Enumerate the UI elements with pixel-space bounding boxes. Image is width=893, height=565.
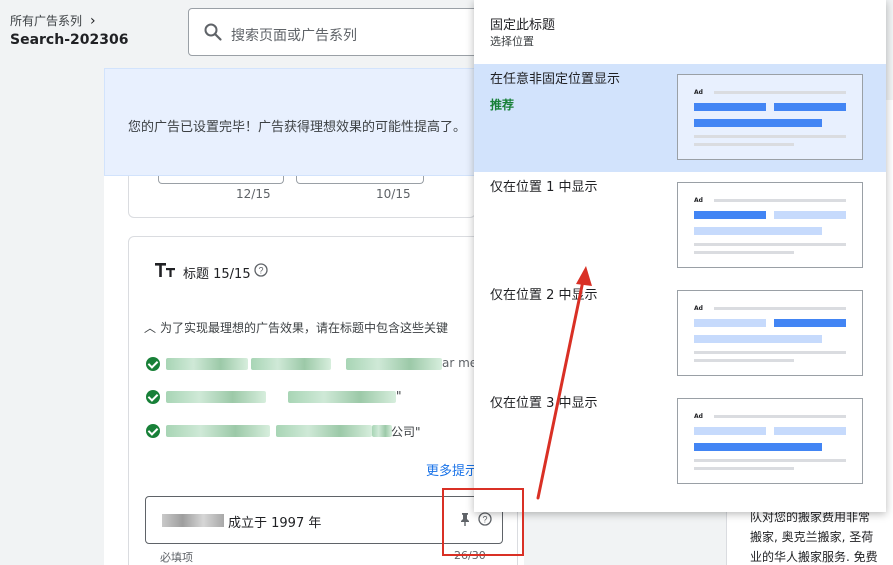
check-circle-icon	[146, 357, 160, 371]
search-icon	[204, 23, 222, 41]
popup-title: 固定此标题	[490, 18, 556, 33]
blurred-keyword	[166, 391, 266, 403]
keyword-text: ar me	[442, 356, 478, 370]
blurred-keyword	[166, 358, 248, 370]
search-placeholder: 搜索页面或广告系列	[231, 28, 357, 44]
keyword-suggestion: 公司"	[146, 423, 436, 439]
keyword-suggestion: "	[146, 389, 406, 405]
breadcrumb-current: Search-202306	[10, 32, 129, 48]
blurred-keyword	[276, 425, 372, 437]
position-preview-thumbnail: Ad	[677, 74, 863, 160]
ad-tag: Ad	[694, 89, 703, 96]
keyword-text: "	[396, 389, 402, 403]
more-tips-link[interactable]: 更多提示	[426, 460, 478, 479]
text-format-icon	[155, 263, 175, 277]
chevron-right-icon: ›	[90, 13, 96, 29]
description-count-1: 12/15	[236, 187, 271, 201]
blurred-keyword	[166, 425, 270, 437]
preview-line: 业的华人搬家服务. 免费	[750, 550, 878, 564]
required-hint: 必填项	[160, 551, 193, 564]
help-icon[interactable]: ?	[254, 263, 268, 277]
search-input[interactable]: 搜索页面或广告系列	[188, 8, 488, 56]
position-preview-thumbnail: Ad	[677, 182, 863, 268]
keyword-suggestion: ar me	[146, 356, 478, 372]
blurred-keyword	[251, 358, 331, 370]
ad-tag: Ad	[694, 305, 703, 312]
option-label: 仅在位置 1 中显示	[490, 180, 598, 195]
keyword-tip[interactable]: ︿ 为了实现最理想的广告效果，请在标题中包含这些关键	[144, 319, 477, 336]
annotation-highlight-box	[442, 488, 524, 556]
keyword-text: 公司"	[391, 425, 421, 439]
headline-input-value: 成立于 1997 年	[228, 516, 322, 531]
annotation-arrow	[536, 266, 592, 500]
option-label: 在任意非固定位置显示	[490, 72, 621, 87]
position-preview-thumbnail: Ad	[677, 290, 863, 376]
blurred-text	[162, 514, 224, 527]
blurred-keyword	[288, 391, 396, 403]
preview-line: 搬家, 奥克兰搬家, 圣荷	[750, 530, 874, 544]
description-field-2[interactable]	[296, 176, 424, 184]
blurred-keyword	[346, 358, 442, 370]
pin-option-any[interactable]: 在任意非固定位置显示 推荐 Ad	[474, 64, 886, 172]
svg-text:?: ?	[258, 266, 263, 276]
chevron-up-icon: ︿	[144, 321, 157, 335]
breadcrumb-parent-link[interactable]: 所有广告系列 ›	[10, 12, 96, 29]
preview-edge	[886, 100, 893, 500]
headlines-title: 标题 15/15	[183, 267, 251, 282]
banner-text: 您的广告已设置完毕！广告获得理想效果的可能性提高了。	[128, 120, 467, 135]
recommended-badge: 推荐	[490, 98, 515, 112]
ad-preview-text: 队对您的搬家费用非常 搬家, 奥克兰搬家, 圣荷 业的华人搬家服务. 免费	[750, 507, 893, 565]
blurred-keyword	[372, 425, 392, 437]
description-count-2: 10/15	[376, 187, 411, 201]
popup-subtitle: 选择位置	[490, 35, 534, 48]
breadcrumb-parent-label: 所有广告系列	[10, 14, 83, 28]
keyword-tip-text: 为了实现最理想的广告效果，请在标题中包含这些关键	[160, 321, 449, 335]
check-circle-icon	[146, 390, 160, 404]
description-field-1[interactable]	[158, 176, 284, 184]
ad-tag: Ad	[694, 413, 703, 420]
position-preview-thumbnail: Ad	[677, 398, 863, 484]
ad-tag: Ad	[694, 197, 703, 204]
check-circle-icon	[146, 424, 160, 438]
